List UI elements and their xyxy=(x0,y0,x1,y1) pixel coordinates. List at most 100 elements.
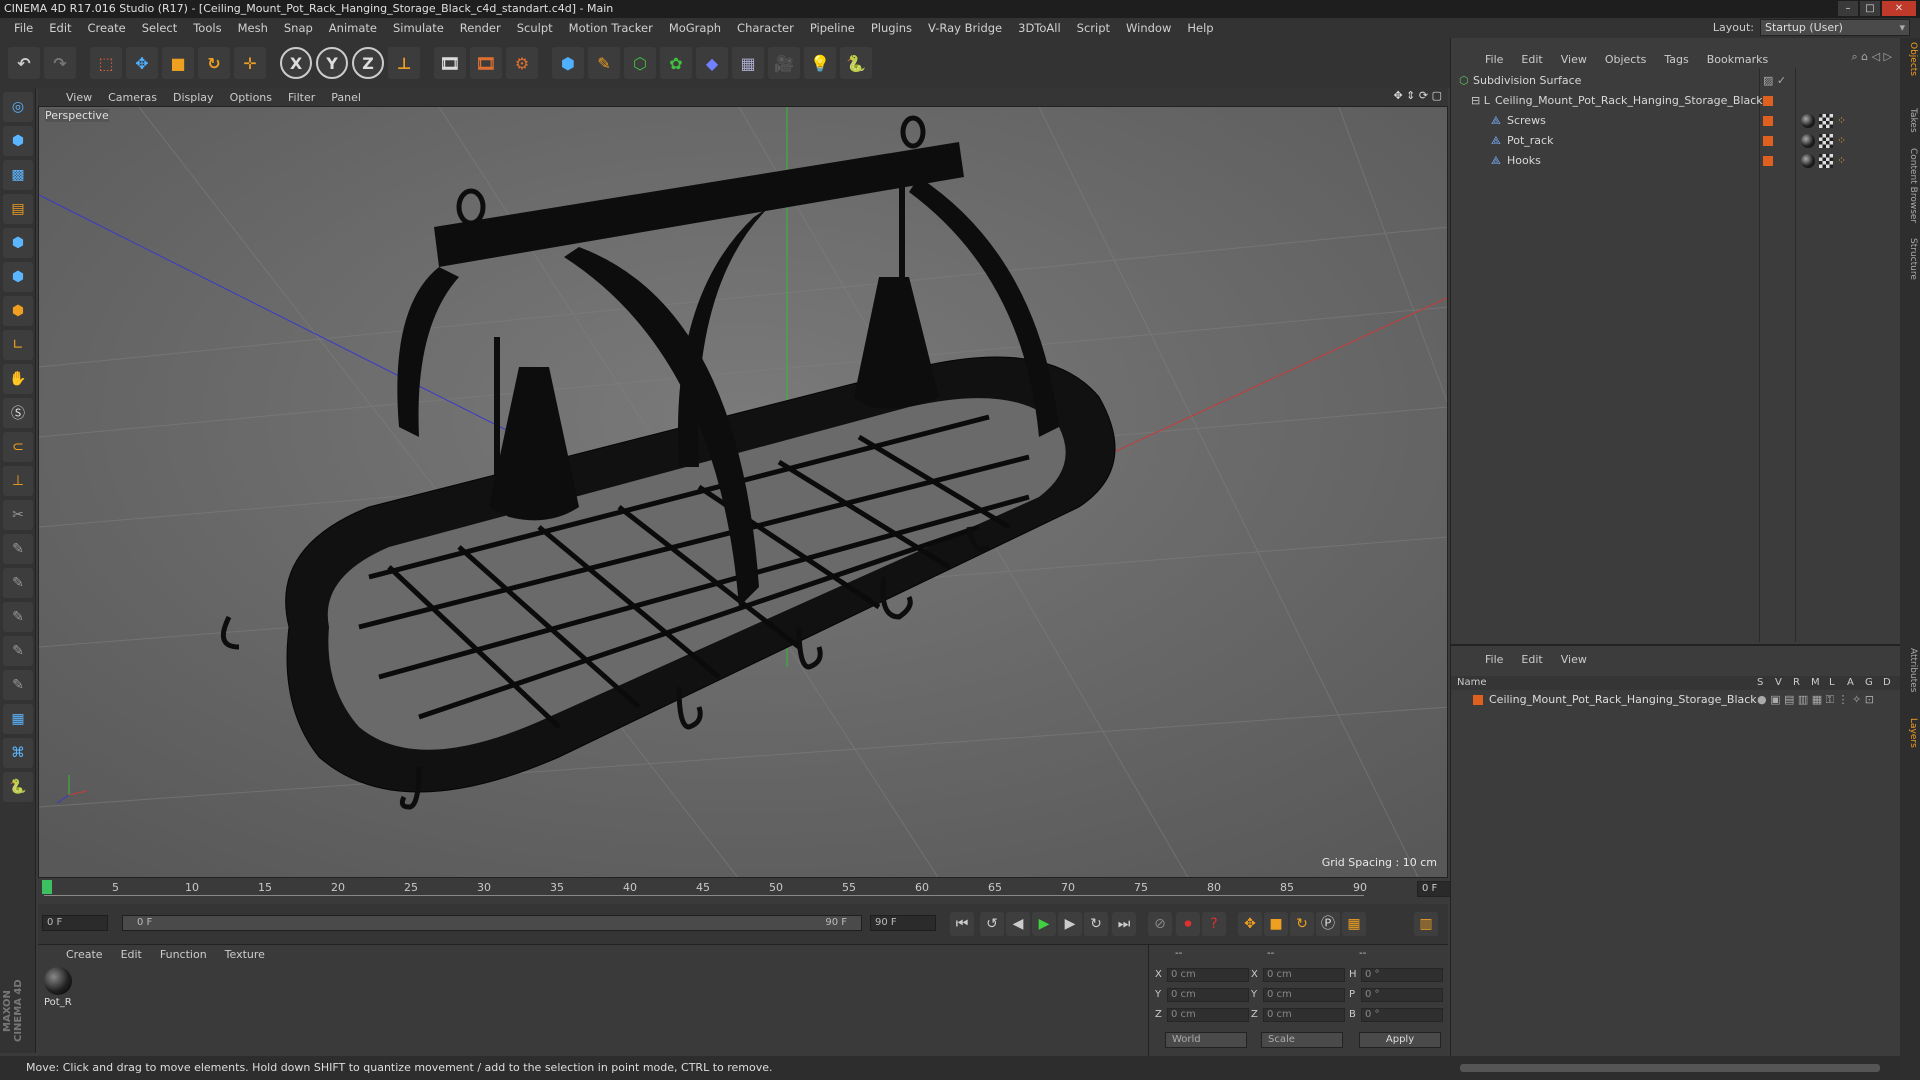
go-to-end-icon[interactable]: ⏭ xyxy=(1112,912,1136,936)
timeline-ruler[interactable]: 0 5 10 15 20 25 30 35 40 45 50 55 60 65 … xyxy=(38,878,1481,904)
object-row-screws[interactable]: ⟁ Screws ⁘ xyxy=(1451,112,1900,130)
size-x-field[interactable]: 0 cm xyxy=(1263,968,1345,982)
points-mode-icon[interactable]: ⬢ xyxy=(3,228,33,258)
menu-animate[interactable]: Animate xyxy=(321,21,385,35)
render-picture-viewer-icon[interactable]: 🎞 xyxy=(470,47,502,79)
texture-tag-icon[interactable] xyxy=(1819,154,1833,168)
checkmark-icon[interactable]: ▨ ✓ xyxy=(1763,72,1786,90)
menu-sculpt[interactable]: Sculpt xyxy=(509,21,561,35)
obj-menu-tags[interactable]: Tags xyxy=(1664,53,1688,66)
minimize-icon[interactable]: – xyxy=(1838,1,1858,16)
next-frame-icon[interactable]: ▶ xyxy=(1058,912,1082,936)
layer-color-swatch[interactable] xyxy=(1763,156,1773,166)
menu-tools[interactable]: Tools xyxy=(185,21,229,35)
live-selection-icon[interactable]: ⬚ xyxy=(90,47,122,79)
cube-object-icon[interactable]: ⬢ xyxy=(552,47,584,79)
key-pla-icon[interactable]: ▦ xyxy=(1342,912,1366,936)
viewport-menu-options[interactable]: Options xyxy=(230,91,272,104)
autokey-icon[interactable]: ? xyxy=(1202,912,1226,936)
close-icon[interactable]: ✕ xyxy=(1882,1,1916,16)
position-z-field[interactable]: 0 cm xyxy=(1167,1008,1249,1022)
brush-r-icon[interactable]: ✎ xyxy=(3,568,33,598)
object-row-pot-rack[interactable]: ⟁ Pot_rack ⁘ xyxy=(1451,132,1900,150)
object-row-subdivision-surface[interactable]: ⬡ Subdivision Surface ▨ ✓ xyxy=(1451,72,1900,90)
tab-attributes[interactable]: Attributes xyxy=(1902,648,1918,692)
tab-objects[interactable]: Objects xyxy=(1902,42,1918,76)
material-menu-texture[interactable]: Texture xyxy=(225,948,265,961)
polygons-mode-icon[interactable]: ⬢ xyxy=(3,296,33,326)
tweak-mode-icon[interactable]: ✋ xyxy=(3,364,33,394)
layer-scrollbar[interactable] xyxy=(1450,1056,1900,1080)
keyframe-mode-icon[interactable]: ⊘ xyxy=(1148,912,1172,936)
layer-menu-edit[interactable]: Edit xyxy=(1521,653,1542,666)
layer-menu-file[interactable]: File xyxy=(1485,653,1503,666)
axis-lock-icon[interactable]: ⊥ xyxy=(3,466,33,496)
3d-viewport[interactable]: Perspective Grid Spacing : 10 cm xyxy=(38,106,1448,878)
texture-tag-icon[interactable] xyxy=(1819,114,1833,128)
viewport-menu-panel[interactable]: Panel xyxy=(331,91,361,104)
menu-window[interactable]: Window xyxy=(1118,21,1179,35)
brush-s-icon[interactable]: ✎ xyxy=(3,602,33,632)
material-menu-edit[interactable]: Edit xyxy=(121,948,142,961)
menu-vray-bridge[interactable]: V-Ray Bridge xyxy=(920,21,1010,35)
texture-mode-icon[interactable]: ▩ xyxy=(3,160,33,190)
python-icon[interactable]: 🐍 xyxy=(840,47,872,79)
z-axis-lock-icon[interactable]: Z xyxy=(352,47,384,79)
move-tool-icon[interactable]: ✥ xyxy=(126,47,158,79)
end-frame-field[interactable]: 90 F xyxy=(870,915,936,931)
menu-help[interactable]: Help xyxy=(1179,21,1221,35)
material-tag-icon[interactable] xyxy=(1801,154,1815,168)
tab-structure[interactable]: Structure xyxy=(1902,238,1918,280)
material-tag-icon[interactable] xyxy=(1801,114,1815,128)
phong-tag-icon[interactable]: ⁘ xyxy=(1837,152,1846,170)
scale-tool-icon[interactable]: ■ xyxy=(162,47,194,79)
rotation-p-field[interactable]: 0 ° xyxy=(1361,988,1443,1002)
camera-icon[interactable]: 🎥 xyxy=(768,47,800,79)
world-dropdown[interactable]: World xyxy=(1165,1032,1247,1048)
deformer-icon[interactable]: ◆ xyxy=(696,47,728,79)
start-frame-field[interactable]: 0 F xyxy=(42,915,108,931)
layer-row[interactable]: Ceiling_Mount_Pot_Rack_Hanging_Storage_B… xyxy=(1451,692,1900,708)
rotation-b-field[interactable]: 0 ° xyxy=(1361,1008,1443,1022)
texture-tag-icon[interactable] xyxy=(1819,134,1833,148)
menu-character[interactable]: Character xyxy=(729,21,802,35)
phong-tag-icon[interactable]: ⁘ xyxy=(1837,132,1846,150)
light-icon[interactable]: 💡 xyxy=(804,47,836,79)
material-menu-function[interactable]: Function xyxy=(160,948,207,961)
prev-frame-icon[interactable]: ◀ xyxy=(1006,912,1030,936)
key-param-icon[interactable]: Ⓟ xyxy=(1316,912,1340,936)
next-key-icon[interactable]: ↻ xyxy=(1084,912,1108,936)
position-y-field[interactable]: 0 cm xyxy=(1167,988,1249,1002)
menu-mograph[interactable]: MoGraph xyxy=(661,21,729,35)
brush-p-icon[interactable]: ✎ xyxy=(3,534,33,564)
undo-icon[interactable]: ↶ xyxy=(8,47,40,79)
render-view-icon[interactable]: 🎞 xyxy=(434,47,466,79)
prev-key-icon[interactable]: ↺ xyxy=(980,912,1004,936)
rotate-tool-icon[interactable]: ↻ xyxy=(198,47,230,79)
y-axis-lock-icon[interactable]: Y xyxy=(316,47,348,79)
viewport-nav-icons[interactable]: ✥ ⇕ ⟳ ▢ xyxy=(1393,89,1442,102)
phong-tag-icon[interactable]: ⁘ xyxy=(1837,112,1846,130)
obj-menu-bookmarks[interactable]: Bookmarks xyxy=(1707,53,1768,66)
material-tag-icon[interactable] xyxy=(1801,134,1815,148)
layer-color-swatch[interactable] xyxy=(1763,96,1773,106)
go-to-start-icon[interactable]: ⏮ xyxy=(950,912,974,936)
coordinate-system-icon[interactable]: ⊥ xyxy=(388,47,420,79)
menu-simulate[interactable]: Simulate xyxy=(385,21,452,35)
spline-pen-icon[interactable]: ✎ xyxy=(588,47,620,79)
scale-dropdown[interactable]: Scale xyxy=(1261,1032,1343,1048)
knife-icon[interactable]: ✂ xyxy=(3,500,33,530)
menu-motion-tracker[interactable]: Motion Tracker xyxy=(561,21,661,35)
material-name[interactable]: Pot_R xyxy=(44,997,72,1008)
play-icon[interactable]: ▶ xyxy=(1032,912,1056,936)
redo-icon[interactable]: ↷ xyxy=(44,47,76,79)
menu-pipeline[interactable]: Pipeline xyxy=(802,21,863,35)
playhead-marker[interactable] xyxy=(42,880,52,894)
key-scale-icon[interactable]: ■ xyxy=(1264,912,1288,936)
tab-takes[interactable]: Takes xyxy=(1902,108,1918,133)
tab-content-browser[interactable]: Content Browser xyxy=(1902,148,1918,223)
brush-p2-icon[interactable]: ✎ xyxy=(3,636,33,666)
position-x-field[interactable]: 0 cm xyxy=(1167,968,1249,982)
tab-layers[interactable]: Layers xyxy=(1902,718,1918,748)
frame-range-slider[interactable]: 0 F 90 F xyxy=(122,915,862,931)
